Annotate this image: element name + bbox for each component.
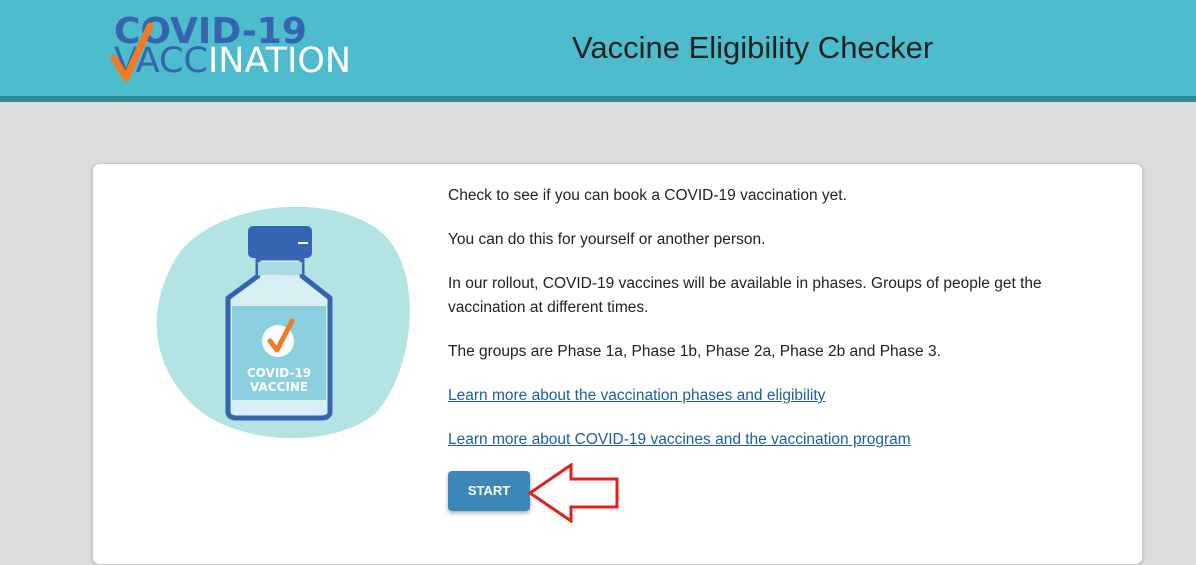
intro-paragraph-2: You can do this for yourself or another … (448, 231, 766, 248)
label-text-2: VACCINE (250, 380, 308, 394)
header-stripe (0, 96, 1196, 102)
phases-eligibility-link[interactable]: Learn more about the vaccination phases … (448, 384, 825, 408)
page-title: Vaccine Eligibility Checker (572, 30, 934, 65)
covid-vaccination-logo[interactable]: COVID-19 VACCINATION (110, 12, 370, 82)
logo-ination: INATION (207, 41, 352, 81)
intro-paragraph-3: In our rollout, COVID-19 vaccines will b… (448, 275, 1042, 316)
logo-check-icon (110, 22, 154, 82)
site-header: COVID-19 VACCINATION Vaccine Eligibility… (0, 0, 1196, 96)
intro-paragraph-1: Check to see if you can book a COVID-19 … (448, 187, 847, 204)
label-text-1: COVID-19 (247, 366, 311, 380)
pointer-arrow-icon (527, 463, 619, 523)
intro-paragraph-4: The groups are Phase 1a, Phase 1b, Phase… (448, 343, 941, 360)
vaccine-bottle-illustration: COVID-19 VACCINE (156, 206, 410, 439)
start-button[interactable]: START (448, 471, 530, 511)
vaccines-program-link[interactable]: Learn more about COVID-19 vaccines and t… (448, 428, 911, 452)
